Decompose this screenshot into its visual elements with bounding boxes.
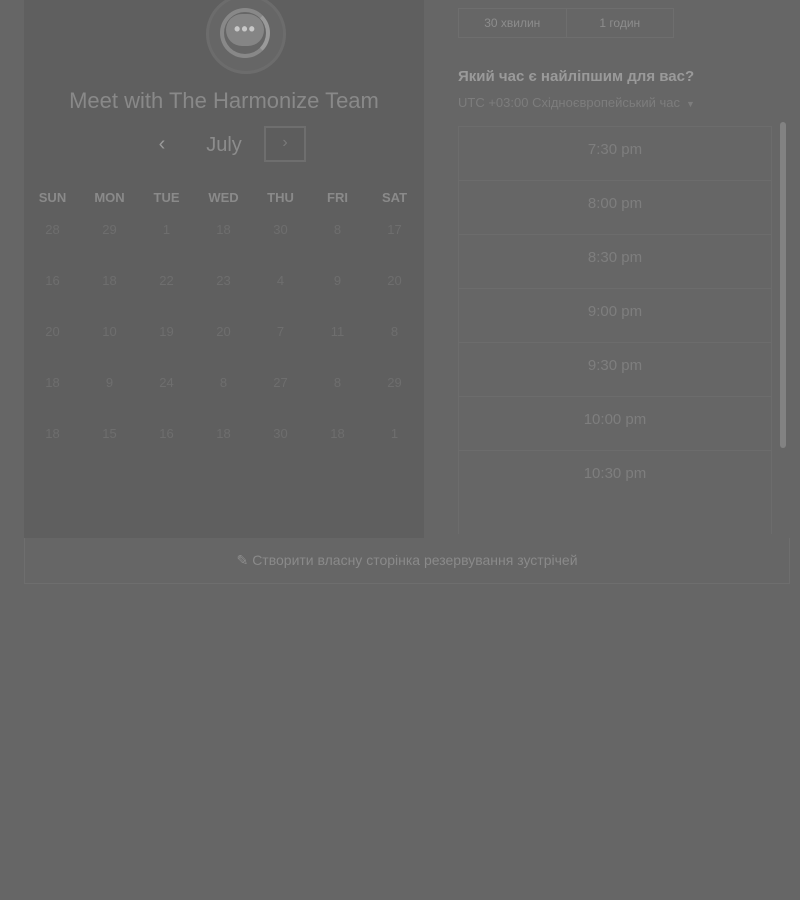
- booking-page: ••• Meet with The Harmonize Team ‹ July …: [0, 0, 800, 900]
- calendar-day[interactable]: 8: [366, 324, 423, 339]
- calendar-day[interactable]: 28: [24, 222, 81, 237]
- calendar-day[interactable]: 20: [195, 324, 252, 339]
- timezone-label: UTC +03:00 Східноєвропейський час: [458, 95, 680, 110]
- calendar-day[interactable]: 19: [138, 324, 195, 339]
- weekday-header: SUN MON TUE WED THU FRI SAT: [24, 190, 424, 208]
- slot-list-scrollbar[interactable]: [780, 122, 786, 448]
- calendar-day[interactable]: 8: [309, 222, 366, 237]
- prev-month-button[interactable]: ‹: [150, 130, 174, 160]
- month-label: July: [206, 134, 242, 156]
- calendar-day[interactable]: 9: [309, 273, 366, 288]
- create-booking-page-link[interactable]: ✎ Створити власну сторінка резервування з…: [24, 538, 790, 584]
- chevron-right-icon: ›: [282, 134, 288, 151]
- calendar-day[interactable]: 20: [24, 324, 81, 339]
- time-slot-button[interactable]: 7:30 pm: [459, 126, 771, 180]
- calendar-day[interactable]: 29: [81, 222, 138, 237]
- calendar-day[interactable]: 30: [252, 426, 309, 441]
- time-slot-button[interactable]: 8:00 pm: [459, 180, 771, 234]
- calendar-day[interactable]: 18: [195, 222, 252, 237]
- calendar-day[interactable]: 4: [252, 273, 309, 288]
- weekday-label: FRI: [327, 190, 348, 205]
- time-slot-button[interactable]: 10:00 pm: [459, 396, 771, 450]
- time-slot-button[interactable]: 8:30 pm: [459, 234, 771, 288]
- calendar-day[interactable]: 20: [366, 273, 423, 288]
- calendar-day[interactable]: 29: [366, 375, 423, 390]
- team-logo: •••: [206, 0, 286, 74]
- calendar-day[interactable]: 23: [195, 273, 252, 288]
- calendar-day[interactable]: 9: [81, 375, 138, 390]
- calendar-day[interactable]: 11: [309, 324, 366, 339]
- calendar-day[interactable]: 24: [138, 375, 195, 390]
- calendar-day[interactable]: 16: [24, 273, 81, 288]
- calendar-panel: ••• Meet with The Harmonize Team ‹ July …: [24, 0, 424, 538]
- month-navigation: ‹ July ›: [24, 126, 424, 166]
- chat-bubble-icon: •••: [226, 14, 264, 46]
- calendar-day[interactable]: 18: [24, 426, 81, 441]
- calendar-day[interactable]: 1: [138, 222, 195, 237]
- calendar-day[interactable]: 8: [309, 375, 366, 390]
- calendar-day[interactable]: 10: [81, 324, 138, 339]
- calendar-day[interactable]: 30: [252, 222, 309, 237]
- calendar-day[interactable]: 22: [138, 273, 195, 288]
- calendar-day[interactable]: 1: [366, 426, 423, 441]
- time-slot-button[interactable]: 9:00 pm: [459, 288, 771, 342]
- time-slot-button[interactable]: 9:30 pm: [459, 342, 771, 396]
- timezone-dropdown[interactable]: UTC +03:00 Східноєвропейський час ▼: [458, 95, 695, 110]
- time-question: Який час є найліпшим для вас?: [458, 68, 695, 85]
- calendar-day[interactable]: 8: [195, 375, 252, 390]
- weekday-label: TUE: [153, 190, 180, 205]
- calendar-day[interactable]: 27: [252, 375, 309, 390]
- time-slot-button[interactable]: 10:30 pm: [459, 450, 771, 504]
- meeting-title: Meet with The Harmonize Team: [69, 88, 379, 113]
- calendar-day[interactable]: 18: [309, 426, 366, 441]
- time-slot-list: 7:30 pm 8:00 pm 8:30 pm 9:00 pm 9:30 pm 10:00…: [458, 126, 772, 534]
- calendar-day[interactable]: 18: [81, 273, 138, 288]
- chevron-left-icon: ‹: [158, 133, 166, 155]
- weekday-label: SAT: [381, 190, 408, 205]
- time-selection-panel: 30 хвилин 1 годин Який час є найліпшим д…: [458, 0, 788, 540]
- calendar-day[interactable]: 15: [81, 426, 138, 441]
- calendar-day[interactable]: 17: [366, 222, 423, 237]
- weekday-label: SUN: [38, 190, 67, 205]
- weekday-label: WED: [208, 190, 239, 205]
- weekday-label: THU: [267, 190, 294, 205]
- duration-selector: 30 хвилин 1 годин: [458, 8, 674, 38]
- footer-link-label: Створити власну сторінка резервування зу…: [252, 552, 578, 568]
- calendar-day[interactable]: 7: [252, 324, 309, 339]
- calendar-day[interactable]: 18: [24, 375, 81, 390]
- next-month-button[interactable]: ›: [264, 126, 306, 162]
- calendar-day[interactable]: 18: [195, 426, 252, 441]
- duration-1hour-tab[interactable]: 1 годин: [565, 9, 674, 37]
- sparkle-icon: ✎: [236, 552, 249, 568]
- weekday-label: MON: [94, 190, 125, 205]
- calendar-day[interactable]: 16: [138, 426, 195, 441]
- duration-30min-tab[interactable]: 30 хвилин: [459, 9, 566, 37]
- caret-down-icon: ▼: [685, 99, 695, 109]
